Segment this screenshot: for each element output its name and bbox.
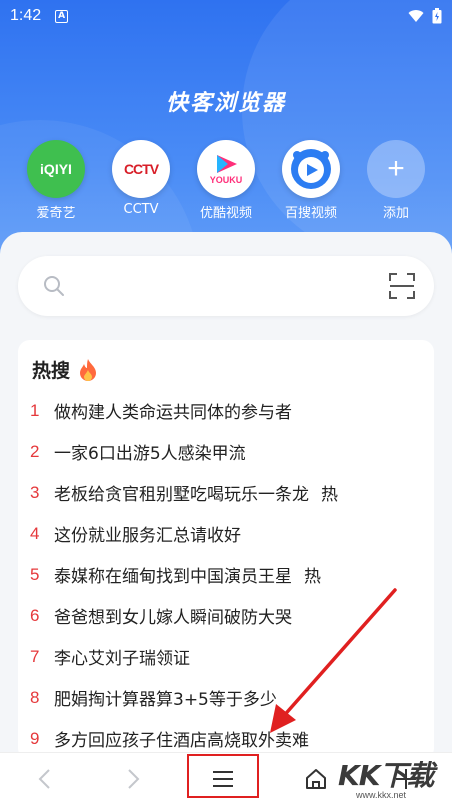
hot-search-title: 热搜 xyxy=(32,356,98,383)
hot-text: 老板给贪官租别墅吃喝玩乐一条龙 xyxy=(54,485,309,505)
battery-icon xyxy=(432,8,442,24)
back-button[interactable] xyxy=(14,753,74,803)
iqiyi-icon-text: iQIYI xyxy=(40,161,72,177)
hot-rank: 6 xyxy=(30,605,40,625)
hot-rank: 9 xyxy=(30,728,40,748)
menu-highlight-box xyxy=(187,754,259,798)
hot-item-4[interactable]: 4 这份就业服务汇总请收好 xyxy=(30,513,430,554)
hot-rank: 7 xyxy=(30,646,40,666)
play-icon xyxy=(282,140,340,198)
hot-rank: 2 xyxy=(30,441,40,461)
iqiyi-icon: iQIYI xyxy=(27,140,85,198)
watermark-url: www.kkx.net xyxy=(356,790,407,800)
app-title: 快客浏览器 xyxy=(165,91,286,116)
scan-icon[interactable] xyxy=(388,272,416,300)
hot-search-card: 热搜 1 做构建人类命运共同体的参与者 2 一家6口出游5人感染甲流 3 老板给贪官租… xyxy=(18,340,434,760)
hot-item-3[interactable]: 3 老板给贪官租别墅吃喝玩乐一条龙热 xyxy=(30,472,430,513)
search-icon xyxy=(44,276,64,296)
hot-text: 多方回应孩子住酒店高烧取外卖难 xyxy=(54,731,309,751)
search-input[interactable] xyxy=(18,256,434,316)
cctv-icon-text: CCTV xyxy=(123,161,159,177)
notification-icon: A xyxy=(55,9,69,23)
hot-text: 做构建人类命运共同体的参与者 xyxy=(54,403,292,423)
hot-search-list: 1 做构建人类命运共同体的参与者 2 一家6口出游5人感染甲流 3 老板给贪官租别墅吃… xyxy=(30,390,430,759)
hot-rank: 3 xyxy=(30,482,40,502)
youku-icon: YOUKU xyxy=(197,140,255,198)
shortcut-grid: iQIYI 爱奇艺 CCTV CCTV YOUKU 优酷视频 百搜视频 + 添加 xyxy=(0,140,452,221)
youku-play-shape xyxy=(217,155,237,173)
content-panel: 热搜 1 做构建人类命运共同体的参与者 2 一家6口出游5人感染甲流 3 老板给贪官租… xyxy=(0,232,452,760)
shortcut-label: 添加 xyxy=(382,206,409,221)
hot-rank: 5 xyxy=(30,564,40,584)
hot-item-6[interactable]: 6 爸爸想到女儿嫁人瞬间破防大哭 xyxy=(30,595,430,636)
hot-text: 这份就业服务汇总请收好 xyxy=(54,526,241,546)
cctv-icon: CCTV xyxy=(112,140,170,198)
watermark-logo: KK下载 xyxy=(338,759,434,792)
watermark: KK下载 www.kkx.net xyxy=(332,748,452,803)
flame-icon xyxy=(80,358,97,381)
shortcut-label: CCTV xyxy=(123,202,159,217)
hot-item-2[interactable]: 2 一家6口出游5人感染甲流 xyxy=(30,431,430,472)
shortcut-youku[interactable]: YOUKU 优酷视频 xyxy=(186,140,266,221)
youku-icon-text: YOUKU xyxy=(209,175,243,185)
shortcut-label: 优酷视频 xyxy=(199,206,252,221)
hot-text: 李心艾刘子瑞领证 xyxy=(54,649,190,669)
hot-text: 肥娟掏计算器算3+5等于多少 xyxy=(54,690,277,710)
hot-item-7[interactable]: 7 李心艾刘子瑞领证 xyxy=(30,636,430,677)
hot-text: 爸爸想到女儿嫁人瞬间破防大哭 xyxy=(54,608,292,628)
home-icon xyxy=(306,768,326,789)
shortcut-iqiyi[interactable]: iQIYI 爱奇艺 xyxy=(16,140,96,221)
hot-text: 泰媒称在缅甸找到中国演员王星 xyxy=(54,567,292,587)
shortcut-label: 百搜视频 xyxy=(284,206,337,221)
shortcut-baisou[interactable]: 百搜视频 xyxy=(271,140,351,221)
hot-tag: 热 xyxy=(304,567,321,587)
hot-rank: 8 xyxy=(30,687,40,707)
status-bar: 1:42 A xyxy=(0,0,452,32)
shortcut-label: 爱奇艺 xyxy=(36,206,76,221)
add-icon: + xyxy=(367,140,425,198)
shortcut-cctv[interactable]: CCTV CCTV xyxy=(101,140,181,217)
hot-title-text: 热搜 xyxy=(32,360,71,382)
chevron-right-icon xyxy=(128,768,140,789)
chevron-left-icon xyxy=(38,768,50,789)
baisou-logo xyxy=(291,149,331,189)
shortcut-add[interactable]: + 添加 xyxy=(356,140,436,221)
hot-text: 一家6口出游5人感染甲流 xyxy=(54,444,246,464)
add-icon-text: + xyxy=(387,152,405,185)
status-time: 1:42 xyxy=(10,7,42,24)
hot-item-8[interactable]: 8 肥娟掏计算器算3+5等于多少 xyxy=(30,677,430,718)
hot-item-5[interactable]: 5 泰媒称在缅甸找到中国演员王星热 xyxy=(30,554,430,595)
wifi-icon xyxy=(408,10,424,22)
hot-rank: 1 xyxy=(30,400,40,420)
hot-rank: 4 xyxy=(30,523,40,543)
hot-item-1[interactable]: 1 做构建人类命运共同体的参与者 xyxy=(30,390,430,431)
forward-button[interactable] xyxy=(104,753,164,803)
hot-tag: 热 xyxy=(321,485,338,505)
